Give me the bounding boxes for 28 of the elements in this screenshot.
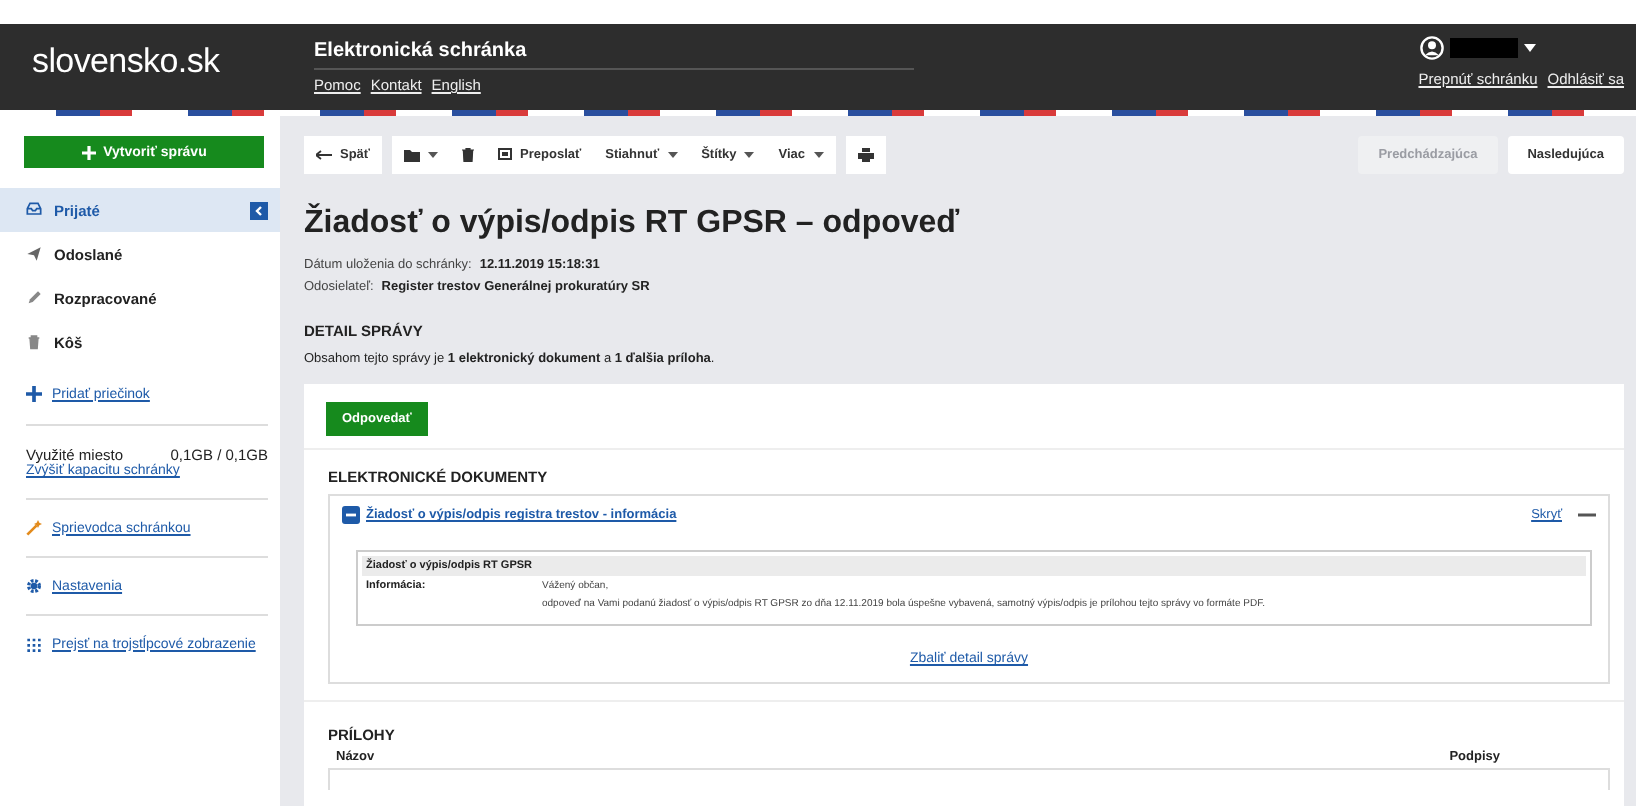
grid-icon	[26, 636, 42, 652]
pencil-icon	[26, 290, 42, 306]
caret-icon	[744, 152, 755, 158]
app-title: Elektronická schránka	[314, 40, 914, 70]
site-logo[interactable]: slovensko.sk	[32, 24, 314, 110]
caret-icon	[667, 152, 678, 158]
inbox-icon	[26, 202, 42, 218]
toolbar-button[interactable]	[845, 136, 886, 174]
monitor-icon	[498, 148, 513, 162]
message-title: Žiadosť o výpis/odpis RT GPSR – odpoveď	[304, 206, 962, 242]
plus-icon	[26, 386, 42, 402]
trash-icon	[462, 148, 475, 162]
caret-icon	[428, 152, 439, 158]
folder-icon	[404, 149, 421, 161]
caret-icon	[813, 152, 824, 158]
redaction-bar	[1450, 38, 1518, 58]
settings-icon	[26, 578, 42, 594]
more-icon	[1578, 512, 1596, 518]
plus-icon	[81, 145, 96, 159]
user-icon	[1420, 36, 1444, 60]
arrow-left-icon	[316, 150, 332, 160]
caret-icon	[1524, 44, 1536, 52]
minus-icon	[342, 506, 360, 524]
print-icon	[857, 148, 874, 162]
trash-icon	[26, 334, 42, 350]
chevron-icon	[250, 201, 268, 219]
wand-icon	[26, 520, 42, 536]
paper-plane-icon	[26, 246, 42, 262]
